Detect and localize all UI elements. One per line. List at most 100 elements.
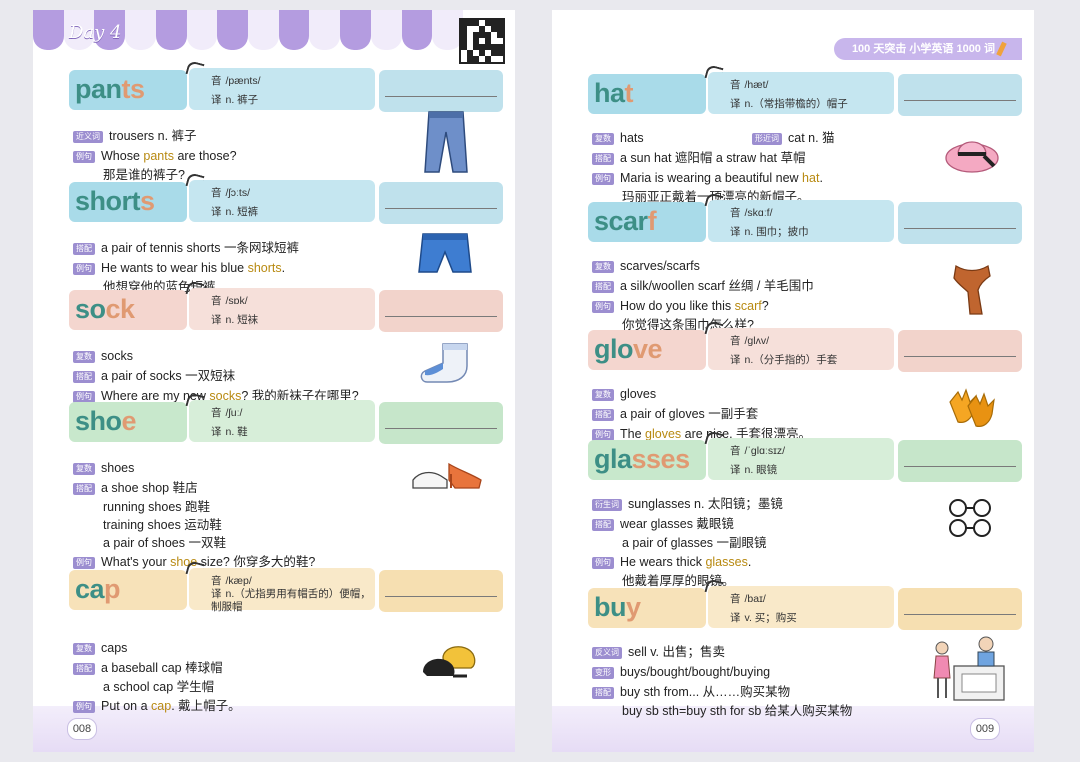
phonetic-tag: 音 bbox=[211, 75, 222, 87]
detail-line: running shoes 跑鞋 bbox=[73, 498, 315, 516]
writing-practice-box[interactable] bbox=[898, 74, 1022, 116]
headword: buy bbox=[594, 592, 641, 623]
detail-text: a shoe shop 鞋店 bbox=[101, 481, 198, 495]
detail-tag: 复数 bbox=[73, 642, 95, 655]
detail-tag: 例句 bbox=[73, 556, 95, 569]
detail-line: 搭配 wear glasses 戴眼镜 bbox=[592, 514, 783, 534]
detail-tag: 反义词 bbox=[592, 646, 622, 659]
detail-tag: 搭配 bbox=[73, 662, 95, 675]
translation-tag: 译 bbox=[211, 94, 222, 106]
pronunciation-box: 音/ʃuː/译 n. 鞋 bbox=[185, 392, 375, 442]
word-box: scarf bbox=[588, 202, 706, 242]
translation-text: n. 眼镜 bbox=[744, 464, 778, 476]
translation-text: n. 短裤 bbox=[225, 206, 259, 218]
writing-practice-box[interactable] bbox=[898, 330, 1022, 372]
detail-tag: 搭配 bbox=[73, 482, 95, 495]
pronunciation-box: 音/skɑːf/译 n. 围巾；披巾 bbox=[704, 192, 894, 242]
book-title-tab: 100 天突击 小学英语 1000 词 bbox=[833, 38, 1022, 60]
headword-part: p bbox=[104, 574, 121, 604]
detail-text: socks bbox=[101, 349, 133, 363]
translation: 译 v. 买；购买 bbox=[730, 610, 890, 625]
translation-text: n. 鞋 bbox=[225, 426, 248, 438]
detail-line: 例句 Whose pants are those? bbox=[73, 146, 237, 166]
writing-practice-box[interactable] bbox=[379, 290, 503, 332]
word-header-bar: shoe 音/ʃuː/译 n. 鞋 bbox=[69, 392, 503, 444]
detail-text: a sun hat 遮阳帽 a straw hat 草帽 bbox=[620, 151, 806, 165]
writing-practice-box[interactable] bbox=[379, 402, 503, 444]
word-header-bar: hat 音/hæt/译 n.（常指带檐的）帽子 bbox=[588, 64, 1022, 116]
entry-details: 反义词 sell v. 出售；售卖 变形 buys/bought/bought/buy… bbox=[592, 642, 852, 720]
entry-details: 复数 caps 搭配 a baseball cap 棒球帽 a school cap 学… bbox=[73, 638, 241, 716]
writing-practice-box[interactable] bbox=[379, 570, 503, 612]
example-text: He wears thick bbox=[620, 555, 706, 569]
detail-text: buy sb sth=buy sth for sb 给某人购买某物 bbox=[622, 704, 853, 718]
translation-tag: 译 bbox=[730, 98, 741, 110]
example-text: are those? bbox=[173, 149, 237, 163]
awning-stripe bbox=[309, 10, 341, 50]
word-box: shorts bbox=[69, 182, 187, 222]
detail-text: a baseball cap 棒球帽 bbox=[101, 661, 223, 675]
entry-details: 复数 scarves/scarfs 搭配 a silk/woollen scarf 丝… bbox=[592, 256, 814, 334]
writing-line bbox=[385, 316, 497, 317]
book-title: 100 天突击 小学英语 1000 词 bbox=[851, 43, 995, 55]
detail-text: training shoes 运动鞋 bbox=[103, 518, 222, 532]
detail-line: 搭配 a silk/woollen scarf 丝绸 / 羊毛围巾 bbox=[592, 276, 814, 296]
phonetic: 音/skɑːf/ bbox=[730, 205, 773, 220]
awning-stripe bbox=[125, 10, 156, 50]
detail-tag: 例句 bbox=[592, 172, 614, 185]
translation-text: v. 买；购买 bbox=[744, 612, 797, 624]
detail-line: 例句 He wants to wear his blue shorts. bbox=[73, 258, 299, 278]
detail-tag: 搭配 bbox=[73, 370, 95, 383]
phonetic: 音/pænts/ bbox=[211, 73, 261, 88]
writing-practice-box[interactable] bbox=[898, 202, 1022, 244]
detail-text: a pair of socks 一双短袜 bbox=[101, 369, 236, 383]
phonetic-tag: 音 bbox=[211, 407, 222, 419]
translation-text: n. 短袜 bbox=[225, 314, 259, 326]
detail-text: buys/bought/bought/buying bbox=[620, 665, 771, 679]
detail-text: a pair of gloves 一副手套 bbox=[620, 407, 759, 421]
writing-practice-box[interactable] bbox=[379, 70, 503, 112]
detail-line: 近义词 trousers n. 裤子 bbox=[73, 126, 237, 146]
translation-text: n. 围巾；披巾 bbox=[744, 226, 809, 238]
translation-text: n.（尤指男用有帽舌的）便帽，制服帽 bbox=[211, 588, 371, 613]
detail-text: sunglasses n. 太阳镜；墨镜 bbox=[628, 497, 783, 511]
caps-illustration bbox=[419, 638, 479, 687]
headword-part: sses bbox=[631, 444, 691, 474]
phonetic: 音/ˈɡlɑːsɪz/ bbox=[730, 443, 785, 458]
word-header-bar: buy 音/baɪ/译 v. 买；购买 bbox=[588, 578, 1022, 630]
detail-text: cat n. 猫 bbox=[788, 131, 835, 145]
example-keyword: cap bbox=[151, 699, 172, 713]
phonetic-tag: 音 bbox=[730, 207, 741, 219]
translation-tag: 译 bbox=[730, 226, 741, 238]
writing-practice-box[interactable] bbox=[898, 588, 1022, 630]
detail-tag: 例句 bbox=[592, 556, 614, 569]
example-text: Whose bbox=[101, 149, 144, 163]
headword-part: so bbox=[75, 294, 106, 324]
example-text: . bbox=[281, 261, 286, 275]
headword-part: ck bbox=[105, 294, 136, 324]
headword-part: ca bbox=[75, 574, 105, 604]
word-box: buy bbox=[588, 588, 706, 628]
translation-text: n.（常指带檐的）帽子 bbox=[744, 98, 848, 110]
writing-practice-box[interactable] bbox=[898, 440, 1022, 482]
page-number: 009 bbox=[970, 718, 1000, 740]
phonetic-tag: 音 bbox=[211, 187, 222, 199]
detail-tag: 衍生词 bbox=[592, 498, 622, 511]
writing-practice-box[interactable] bbox=[379, 182, 503, 224]
word-header-bar: shorts 音/ʃɔːts/译 n. 短裤 bbox=[69, 172, 503, 224]
word-box: pants bbox=[69, 70, 187, 110]
example-text: He wants to wear his blue bbox=[101, 261, 248, 275]
translation: 译 n. 眼镜 bbox=[730, 462, 890, 477]
translation-tag: 译 bbox=[211, 314, 222, 326]
word-box: hat bbox=[588, 74, 706, 114]
page-number: 008 bbox=[67, 718, 97, 740]
gloves-illustration bbox=[944, 386, 1000, 439]
similar-word: 形近词 cat n. 猫 bbox=[752, 128, 835, 148]
day-label: Day 4 bbox=[69, 22, 122, 43]
phonetic-tag: 音 bbox=[730, 445, 741, 457]
qr-code-icon[interactable] bbox=[459, 18, 505, 64]
writing-line bbox=[904, 466, 1016, 467]
translation-tag: 译 bbox=[730, 354, 741, 366]
awning-stripe bbox=[217, 10, 249, 50]
headword: scarf bbox=[594, 206, 657, 237]
